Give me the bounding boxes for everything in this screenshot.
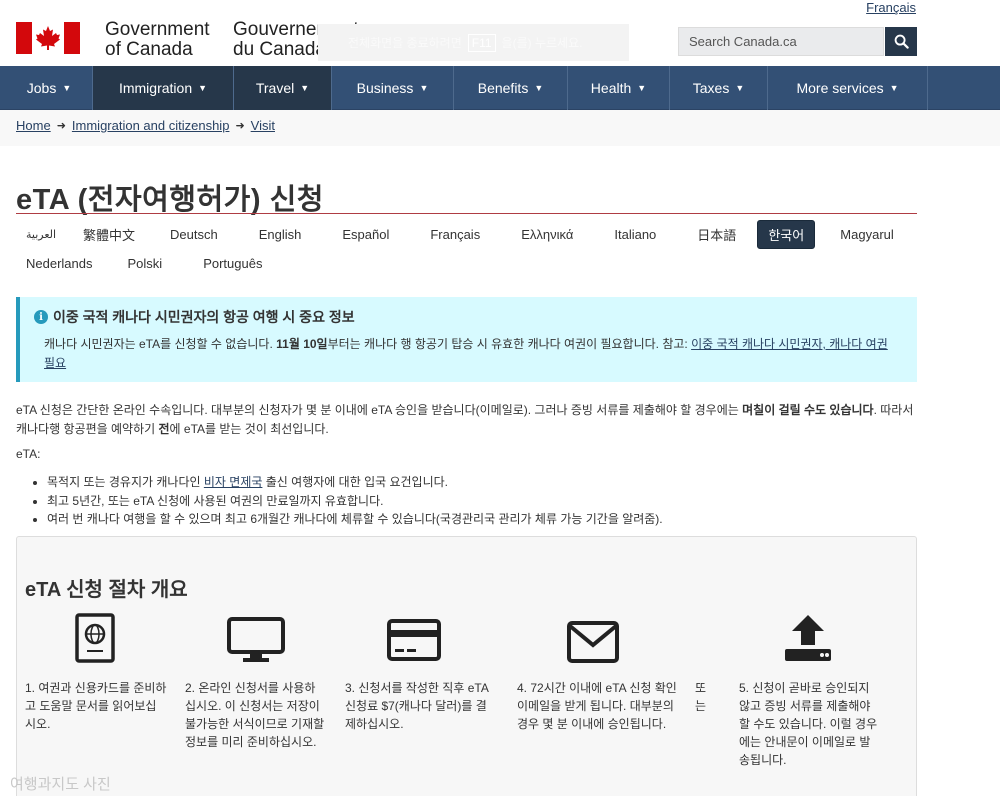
- nav-item-jobs[interactable]: Jobs ▼: [6, 66, 93, 110]
- chevron-down-icon: ▼: [637, 83, 647, 93]
- chevron-down-icon: ▼: [419, 83, 429, 93]
- search-button[interactable]: [885, 27, 917, 56]
- arrow-right-icon: ➜: [235, 120, 245, 132]
- lang-arabic[interactable]: العربية: [16, 220, 64, 249]
- passport-icon: [75, 613, 115, 668]
- breadcrumb: Home ➜ Immigration and citizenship ➜ Vis…: [16, 118, 275, 133]
- upload-icon: [784, 613, 832, 668]
- nav-item-more-services[interactable]: More services ▼: [768, 66, 928, 110]
- eta-bullet-list: 목적지 또는 경유지가 캐나다인 비자 면제국 출신 여행자에 대한 입국 요건…: [35, 473, 915, 529]
- search-input[interactable]: Search Canada.ca: [678, 27, 884, 56]
- chevron-down-icon: ▼: [198, 83, 208, 93]
- lang-spanish[interactable]: Español: [332, 220, 399, 249]
- intro-paragraph: eTA 신청은 간단한 온라인 수속입니다. 대부분의 신청자가 몇 분 이내에…: [16, 403, 914, 436]
- step-4-text: 4. 72시간 이내에 eTA 신청 확인 이메일을 받게 됩니다. 대부분의 …: [517, 681, 677, 731]
- title-underline: [16, 213, 917, 214]
- chevron-down-icon: ▼: [889, 83, 899, 93]
- alert-text: 캐나다 시민권자는 eTA를 신청할 수 없습니다. 11월 10일부터는 캐나…: [44, 337, 888, 370]
- info-icon: i: [34, 310, 48, 324]
- language-selector: العربية 繁體中文 Deutsch English Español Fra…: [16, 220, 926, 278]
- lang-italian[interactable]: Italiano: [604, 220, 666, 249]
- steps-heading: eTA 신청 절차 개요: [25, 579, 188, 601]
- info-alert: i 이중 국적 캐나다 시민권자의 항공 여행 시 중요 정보 캐나다 시민권자…: [16, 297, 917, 382]
- chevron-down-icon: ▼: [300, 83, 310, 93]
- watermark: 여행과지도 사진: [10, 776, 111, 793]
- breadcrumb-home[interactable]: Home: [16, 118, 51, 133]
- breadcrumb-visit[interactable]: Visit: [251, 118, 275, 133]
- nav-item-travel[interactable]: Travel ▼: [234, 66, 332, 110]
- fullscreen-hint-overlay: 전체화면을 종료하려면 F11 을(를) 누르세요.: [318, 24, 629, 61]
- lang-chinese-traditional[interactable]: 繁體中文: [73, 220, 145, 249]
- nav-item-health[interactable]: Health ▼: [568, 66, 670, 110]
- page-title: eTA (전자여행허가) 신청: [16, 184, 324, 216]
- list-item: 최고 5년간, 또는 eTA 신청에 사용된 여권의 만료일까지 유효합니다.: [47, 492, 915, 511]
- lang-polish[interactable]: Polski: [118, 249, 173, 278]
- nav-item-taxes[interactable]: Taxes ▼: [670, 66, 768, 110]
- chevron-down-icon: ▼: [534, 83, 544, 93]
- monitor-icon: [227, 617, 285, 668]
- envelope-icon: [567, 621, 619, 668]
- alert-title: i 이중 국적 캐나다 시민권자의 항공 여행 시 중요 정보: [34, 307, 901, 327]
- breadcrumb-immigration[interactable]: Immigration and citizenship: [72, 118, 230, 133]
- chevron-down-icon: ▼: [735, 83, 745, 93]
- step-2-text: 2. 온라인 신청서를 사용하십시오. 이 신청서는 저장이 불가능한 서식이므…: [185, 681, 325, 749]
- chevron-down-icon: ▼: [62, 83, 72, 93]
- list-item: 여러 번 캐나다 여행을 할 수 있으며 최고 6개월간 캐나다에 체류할 수 …: [47, 510, 915, 529]
- step-3-text: 3. 신청서를 작성한 직후 eTA 신청료 $7(캐나다 달러)를 결제하십시…: [345, 681, 489, 731]
- eta-label: eTA:: [16, 447, 41, 461]
- step-1-text: 1. 여권과 신용카드를 준비하고 도움말 문서를 읽어보십시오.: [25, 681, 167, 731]
- step-5-text: 5. 신청이 곧바로 승인되지 않고 증빙 서류를 제출해야 할 수도 있습니다…: [739, 681, 878, 767]
- main-navigation: Jobs ▼ Immigration ▼ Travel ▼ Business ▼ Ben…: [0, 66, 1000, 110]
- nav-item-benefits[interactable]: Benefits ▼: [454, 66, 568, 110]
- steps-panel: eTA 신청 절차 개요 1. 여권과 신용카드를 준비하고 도움말 문서를 읽…: [16, 536, 917, 796]
- visa-exempt-link[interactable]: 비자 면제국: [204, 475, 263, 489]
- nav-item-immigration[interactable]: Immigration ▼: [93, 66, 234, 110]
- credit-card-icon: [387, 619, 441, 666]
- nav-item-business[interactable]: Business ▼: [332, 66, 454, 110]
- canada-flag-logo[interactable]: [16, 22, 80, 54]
- language-toggle-link[interactable]: Français: [866, 0, 916, 15]
- government-signature-en: Government of Canada: [105, 19, 210, 60]
- maple-leaf-icon: [36, 26, 60, 50]
- search-icon: [894, 34, 909, 49]
- lang-german[interactable]: Deutsch: [160, 220, 228, 249]
- arrow-right-icon: ➜: [56, 120, 66, 132]
- lang-greek[interactable]: Ελληνικά: [511, 220, 583, 249]
- lang-hungarian[interactable]: Magyarul: [830, 220, 903, 249]
- lang-dutch[interactable]: Nederlands: [16, 249, 103, 278]
- list-item: 목적지 또는 경유지가 캐나다인 비자 면제국 출신 여행자에 대한 입국 요건…: [47, 473, 915, 492]
- lang-english[interactable]: English: [249, 220, 312, 249]
- lang-japanese[interactable]: 日本語: [687, 220, 746, 249]
- or-label: 또는: [695, 681, 707, 713]
- lang-french[interactable]: Français: [420, 220, 490, 249]
- lang-korean-active[interactable]: 한국어: [757, 220, 816, 249]
- lang-portuguese[interactable]: Português: [193, 249, 272, 278]
